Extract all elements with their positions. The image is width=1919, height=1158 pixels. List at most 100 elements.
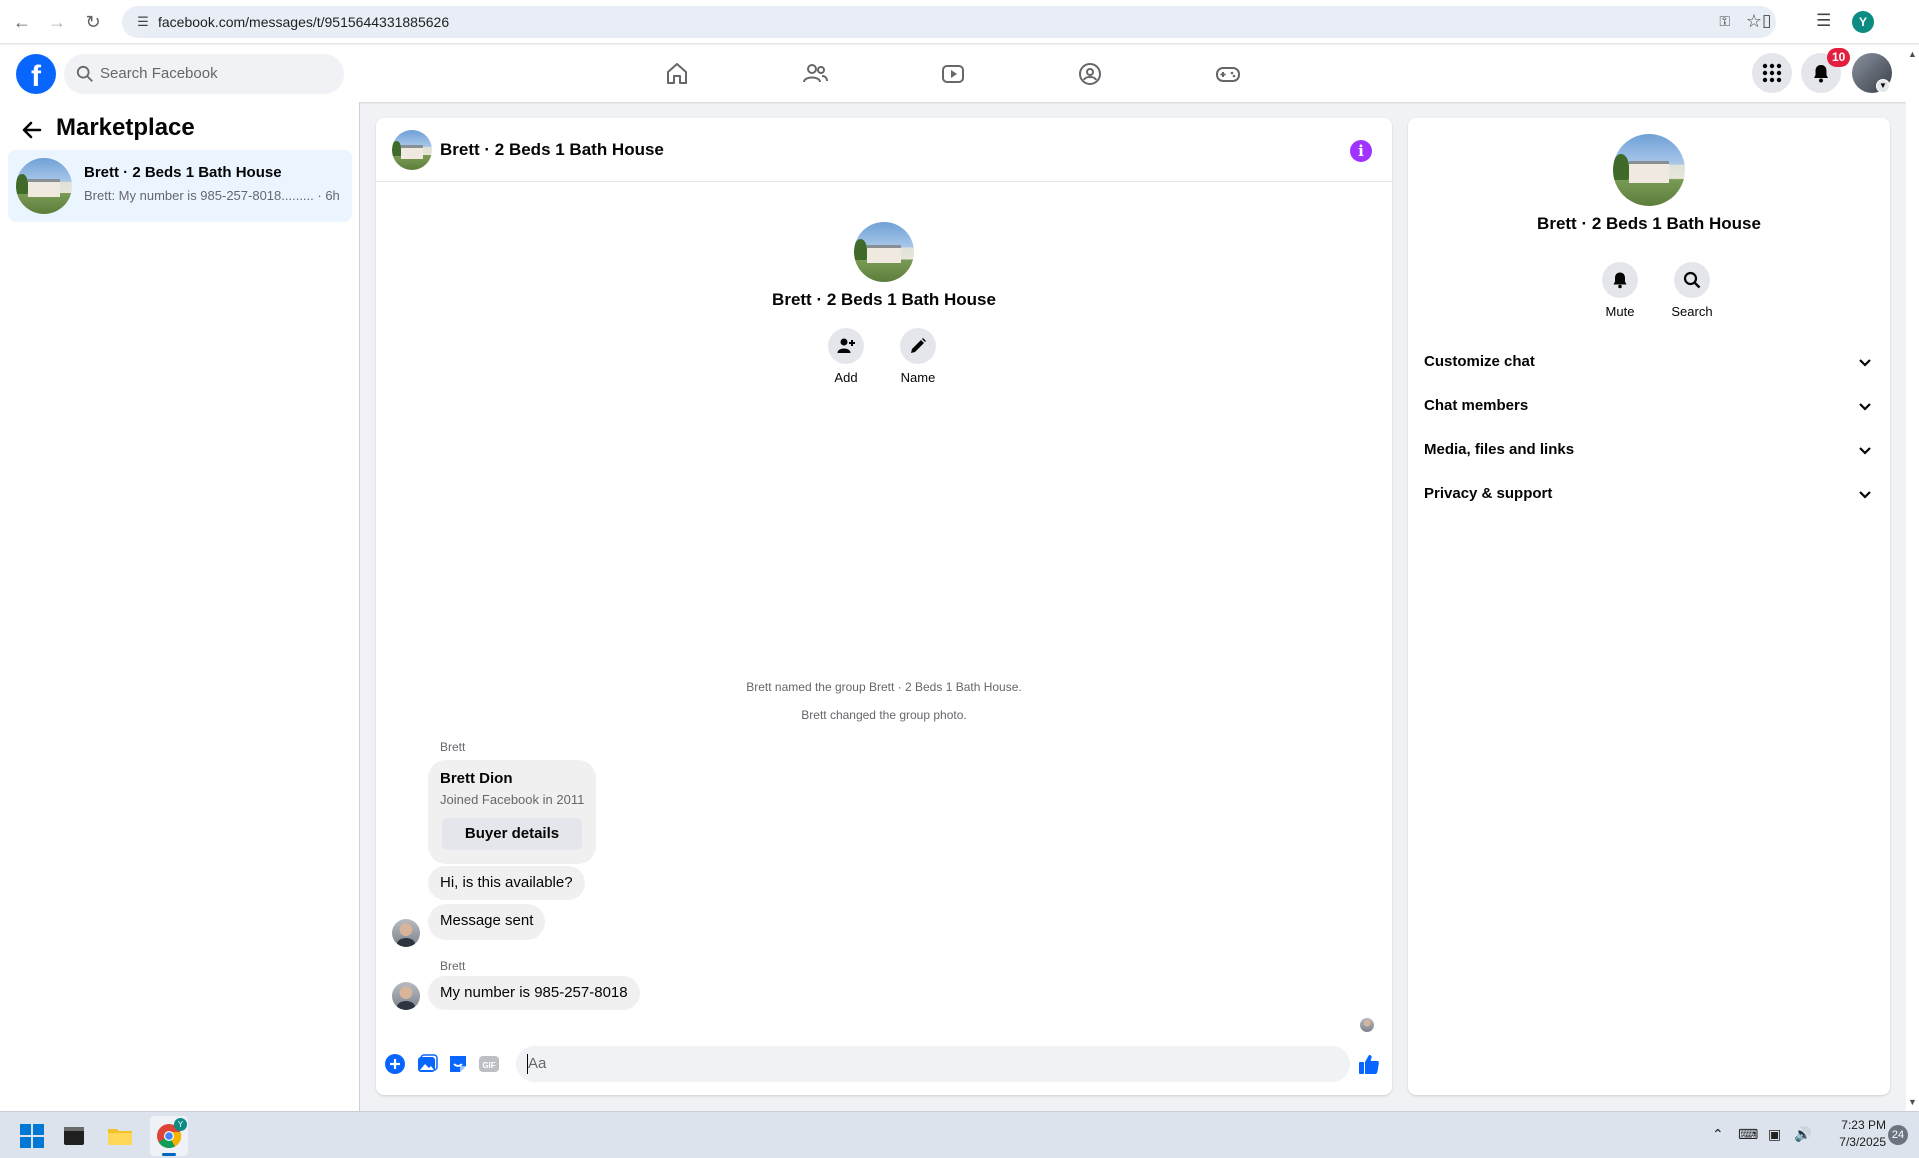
system-message: Brett named the group Brett · 2 Beds 1 B…	[746, 680, 1022, 694]
buyer-profile-card: Brett Dion Joined Facebook in 2011 Buyer…	[428, 760, 596, 864]
name-label: Name	[900, 370, 936, 385]
add-person-button[interactable]: Add	[816, 328, 876, 385]
url-text[interactable]: facebook.com/messages/t/9515644331885626	[158, 14, 449, 30]
file-explorer-icon[interactable]	[106, 1122, 134, 1150]
more-actions-button[interactable]	[384, 1053, 406, 1075]
sender-name: Brett	[440, 740, 466, 754]
video-tab[interactable]	[933, 57, 973, 91]
password-key-icon[interactable]: ⚿	[1719, 13, 1730, 30]
chrome-taskbar-button[interactable]: Y	[150, 1116, 188, 1156]
sticker-button[interactable]	[447, 1053, 469, 1075]
back-arrow-icon[interactable]	[20, 118, 44, 142]
group-name: Brett · 2 Beds 1 Bath House	[772, 290, 996, 309]
chrome-profile-badge: Y	[174, 1118, 187, 1131]
address-bar[interactable]: ☰ facebook.com/messages/t/95156443318856…	[122, 6, 1776, 38]
windows-start-icon[interactable]	[18, 1122, 46, 1150]
site-info-icon[interactable]: ☰	[134, 13, 152, 31]
info-group-photo	[1613, 134, 1685, 206]
customize-chat-section[interactable]: Customize chat	[1416, 340, 1882, 384]
search-icon	[76, 65, 93, 82]
info-group-name: Brett · 2 Beds 1 Bath House	[1537, 214, 1761, 233]
conversation-snippet: Brett: My number is 985-257-8018........…	[84, 188, 340, 203]
show-hidden-icons-chevron-icon[interactable]: ⌃	[1712, 1126, 1724, 1143]
attach-photo-button[interactable]	[416, 1053, 438, 1075]
chat-header-title[interactable]: Brett · 2 Beds 1 Bath House	[440, 140, 664, 160]
sticker-icon	[450, 1056, 466, 1072]
chat-header: Brett · 2 Beds 1 Bath House i	[376, 118, 1392, 182]
clock-date: 7/3/2025	[1839, 1135, 1886, 1149]
chevron-down-icon	[1859, 359, 1871, 367]
chat-info-panel: Brett · 2 Beds 1 Bath House Mute Search …	[1408, 118, 1890, 1095]
facebook-logo-icon[interactable]: f	[16, 54, 56, 94]
notification-count-badge: 10	[1827, 48, 1851, 67]
video-icon	[942, 65, 964, 83]
message-input[interactable]: Aa	[516, 1046, 1479, 1082]
privacy-support-section[interactable]: Privacy & support	[1416, 472, 1882, 516]
thumbs-up-icon	[1359, 1055, 1379, 1074]
friends-icon	[803, 64, 828, 83]
sender-name: Brett	[440, 959, 466, 973]
extensions-icon[interactable]: ▯	[1762, 11, 1771, 31]
system-clock[interactable]: 7:23 PM 7/3/2025	[1816, 1117, 1886, 1151]
conversation-item[interactable]: Brett · 2 Beds 1 Bath House Brett: My nu…	[8, 150, 352, 222]
message-bubble: Hi, is this available?	[428, 866, 585, 900]
page-scrollbar[interactable]: ▲ ▼	[1906, 45, 1919, 1111]
network-icon[interactable]: ▣	[1768, 1126, 1781, 1143]
section-title: Media, files and links	[1424, 441, 1575, 458]
search-facebook-field[interactable]: Search Facebook	[64, 54, 344, 94]
notification-center-badge[interactable]: 24	[1888, 1125, 1908, 1145]
volume-icon[interactable]: 🔊	[1794, 1126, 1811, 1143]
scroll-up-icon[interactable]: ▲	[1908, 49, 1917, 59]
gaming-tab[interactable]	[1208, 57, 1248, 91]
keyboard-icon[interactable]: ⌨	[1738, 1126, 1758, 1143]
search-placeholder: Search Facebook	[100, 65, 218, 82]
section-title: Chat members	[1424, 397, 1529, 414]
buyer-details-button[interactable]: Buyer details	[442, 818, 582, 850]
windows-taskbar: Y ⌃ ⌨ ▣ 🔊 7:23 PM 7/3/2025 24	[0, 1111, 1919, 1158]
mute-button[interactable]: Mute	[1590, 262, 1650, 319]
like-button[interactable]	[1358, 1053, 1380, 1075]
home-tab[interactable]	[657, 57, 697, 91]
message-bubble: My number is 985-257-8018	[428, 976, 640, 1010]
groups-tab[interactable]	[1070, 57, 1110, 91]
media-control-icon[interactable]: ☰	[1816, 11, 1831, 31]
plus-circle-icon	[385, 1054, 405, 1074]
add-person-icon	[837, 338, 855, 353]
chat-header-avatar[interactable]	[392, 130, 432, 170]
buyer-joined-text: Joined Facebook in 2011	[440, 792, 585, 807]
clock-time: 7:23 PM	[1841, 1118, 1886, 1132]
terminal-icon[interactable]	[60, 1122, 88, 1150]
chat-members-section[interactable]: Chat members	[1416, 384, 1882, 428]
chevron-down-icon	[1859, 403, 1871, 411]
media-files-links-section[interactable]: Media, files and links	[1416, 428, 1882, 472]
browser-toolbar: ← → ↻ ☰ facebook.com/messages/t/95156443…	[0, 0, 1919, 44]
sender-avatar[interactable]	[392, 982, 420, 1010]
account-chevron-icon[interactable]: ▼	[1876, 79, 1890, 93]
back-icon[interactable]: ←	[10, 10, 34, 34]
section-title: Customize chat	[1424, 353, 1535, 370]
bookmark-star-icon[interactable]: ☆	[1746, 11, 1762, 32]
group-photo	[854, 222, 914, 282]
friends-tab[interactable]	[795, 57, 835, 91]
svg-text:GIF: GIF	[482, 1061, 495, 1070]
forward-icon[interactable]: →	[45, 10, 69, 34]
gif-icon: GIF	[479, 1056, 499, 1072]
buyer-name: Brett Dion	[440, 770, 513, 787]
facebook-header: f Search Facebook 10 ▼	[0, 45, 1906, 102]
search-in-chat-button[interactable]: Search	[1662, 262, 1722, 319]
menu-button[interactable]	[1752, 53, 1792, 93]
mute-label: Mute	[1605, 304, 1635, 319]
reload-icon[interactable]: ↻	[81, 10, 105, 34]
gif-button[interactable]: GIF	[478, 1053, 500, 1075]
system-message: Brett changed the group photo.	[801, 708, 967, 722]
name-group-button[interactable]: Name	[888, 328, 948, 385]
message-bubble: Message sent	[428, 904, 546, 940]
bell-icon	[1814, 65, 1828, 83]
scroll-down-icon[interactable]: ▼	[1908, 1097, 1917, 1107]
info-icon[interactable]: i	[1350, 140, 1372, 162]
chat-panel: Brett · 2 Beds 1 Bath House i Brett · 2 …	[376, 118, 1479, 1095]
pencil-icon	[911, 338, 926, 353]
sender-avatar[interactable]	[392, 919, 420, 947]
groups-icon	[1079, 63, 1101, 85]
browser-profile-avatar[interactable]: Y	[1852, 11, 1874, 33]
